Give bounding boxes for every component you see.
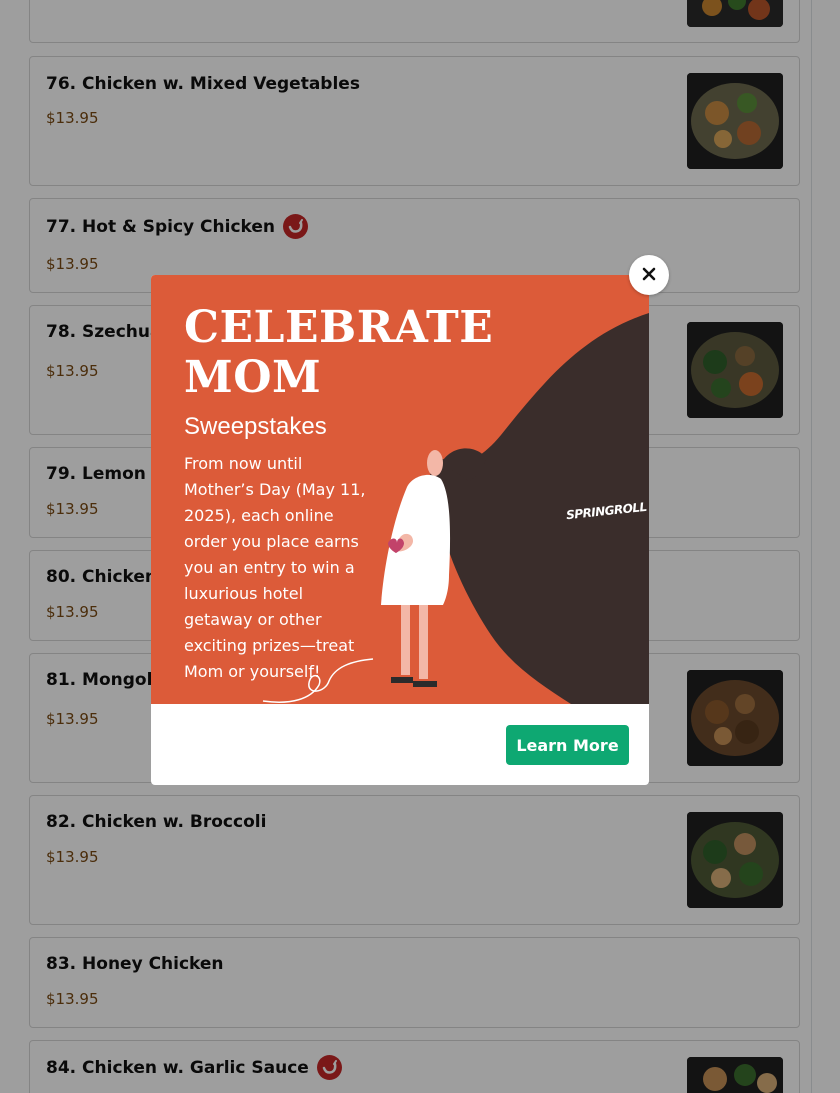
close-button[interactable] (629, 255, 669, 295)
learn-more-button[interactable]: Learn More (506, 725, 629, 765)
close-icon (642, 266, 656, 285)
promo-subtitle: Sweepstakes (184, 413, 327, 440)
promo-banner: CELEBRATE MOM Sweepstakes From now until… (151, 275, 649, 704)
promo-description: From now until Mother’s Day (May 11, 202… (184, 454, 366, 681)
promo-title: CELEBRATE MOM (184, 302, 494, 403)
promo-modal: CELEBRATE MOM Sweepstakes From now until… (151, 275, 649, 785)
